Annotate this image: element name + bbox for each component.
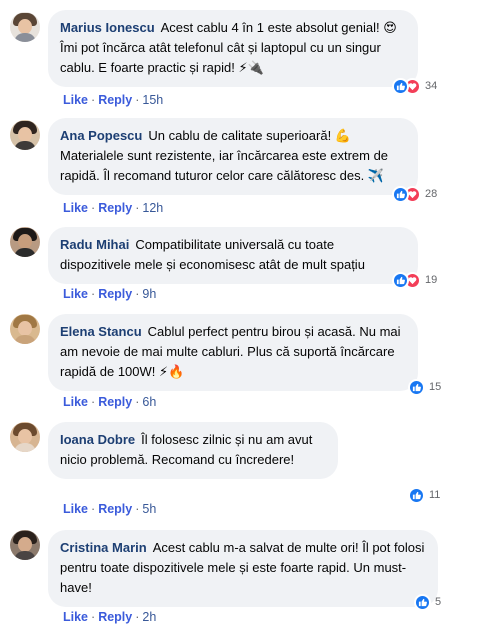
timestamp[interactable]: 12h — [142, 201, 163, 215]
like-icon — [392, 77, 409, 95]
like-button[interactable]: Like — [63, 287, 88, 301]
reply-button[interactable]: Reply — [98, 502, 132, 516]
reply-button[interactable]: Reply — [98, 610, 132, 624]
separator: · — [135, 502, 140, 516]
reaction-count: 28 — [425, 188, 438, 200]
separator: · — [135, 610, 140, 624]
avatar[interactable] — [10, 314, 40, 344]
comment-author[interactable]: Ana Popescu — [60, 128, 142, 143]
like-button[interactable]: Like — [63, 502, 88, 516]
like-icon — [392, 185, 409, 203]
separator: · — [91, 93, 96, 107]
separator: · — [91, 201, 96, 215]
like-button[interactable]: Like — [63, 93, 88, 107]
separator: · — [135, 93, 140, 107]
avatar[interactable] — [10, 120, 40, 150]
like-icon — [408, 378, 425, 396]
reaction-summary[interactable]: 34 — [392, 77, 437, 95]
avatar[interactable] — [10, 12, 40, 42]
comment-actions: Like · Reply · 12h — [63, 200, 163, 216]
comment-bubble: Ioana Dobre Îl folosesc zilnic și nu am a… — [48, 422, 338, 479]
comment-author[interactable]: Marius Ionescu — [60, 20, 155, 35]
separator: · — [91, 502, 96, 516]
like-button[interactable]: Like — [63, 201, 88, 215]
reaction-summary[interactable]: 28 — [392, 185, 437, 203]
reaction-summary[interactable]: 15 — [408, 378, 441, 396]
reply-button[interactable]: Reply — [98, 93, 132, 107]
timestamp[interactable]: 9h — [142, 287, 156, 301]
comment-actions: Like · Reply · 2h — [63, 609, 156, 625]
separator: · — [91, 610, 96, 624]
reply-button[interactable]: Reply — [98, 287, 132, 301]
reaction-count: 5 — [435, 596, 442, 608]
timestamp[interactable]: 6h — [142, 395, 156, 409]
comment-bubble: Cristina Marin Acest cablu m-a salvat de … — [48, 530, 438, 607]
reaction-summary[interactable]: 5 — [414, 593, 441, 611]
separator: · — [91, 287, 96, 301]
separator: · — [91, 395, 96, 409]
reaction-summary[interactable]: 11 — [408, 486, 440, 504]
reply-button[interactable]: Reply — [98, 201, 132, 215]
separator: · — [135, 201, 140, 215]
like-button[interactable]: Like — [63, 610, 88, 624]
reaction-count: 15 — [429, 381, 442, 393]
timestamp[interactable]: 15h — [142, 93, 163, 107]
reaction-count: 19 — [425, 274, 438, 286]
like-icon — [408, 486, 425, 504]
avatar[interactable] — [10, 227, 40, 257]
timestamp[interactable]: 2h — [142, 610, 156, 624]
timestamp[interactable]: 5h — [142, 502, 156, 516]
like-button[interactable]: Like — [63, 395, 88, 409]
comment-actions: Like · Reply · 15h — [63, 92, 163, 108]
reply-button[interactable]: Reply — [98, 395, 132, 409]
comment-author[interactable]: Elena Stancu — [60, 324, 142, 339]
comment-author[interactable]: Ioana Dobre — [60, 432, 135, 447]
separator: · — [135, 395, 140, 409]
comment-bubble: Radu Mihai Compatibilitate universală cu … — [48, 227, 418, 284]
reaction-count: 34 — [425, 80, 438, 92]
comment-bubble: Elena Stancu Cablul perfect pentru birou … — [48, 314, 418, 391]
reaction-count: 11 — [429, 489, 441, 501]
comment-actions: Like · Reply · 6h — [63, 394, 156, 410]
like-icon — [392, 271, 409, 289]
comment-actions: Like · Reply · 9h — [63, 286, 156, 302]
comment-author[interactable]: Cristina Marin — [60, 540, 147, 555]
separator: · — [135, 287, 140, 301]
avatar[interactable] — [10, 530, 40, 560]
comment-bubble: Ana Popescu Un cablu de calitate superioa… — [48, 118, 418, 195]
comment-bubble: Marius Ionescu Acest cablu 4 în 1 este ab… — [48, 10, 418, 87]
comment-author[interactable]: Radu Mihai — [60, 237, 129, 252]
reaction-summary[interactable]: 19 — [392, 271, 437, 289]
avatar[interactable] — [10, 422, 40, 452]
like-icon — [414, 593, 431, 611]
comment-actions: Like · Reply · 5h — [63, 501, 156, 517]
